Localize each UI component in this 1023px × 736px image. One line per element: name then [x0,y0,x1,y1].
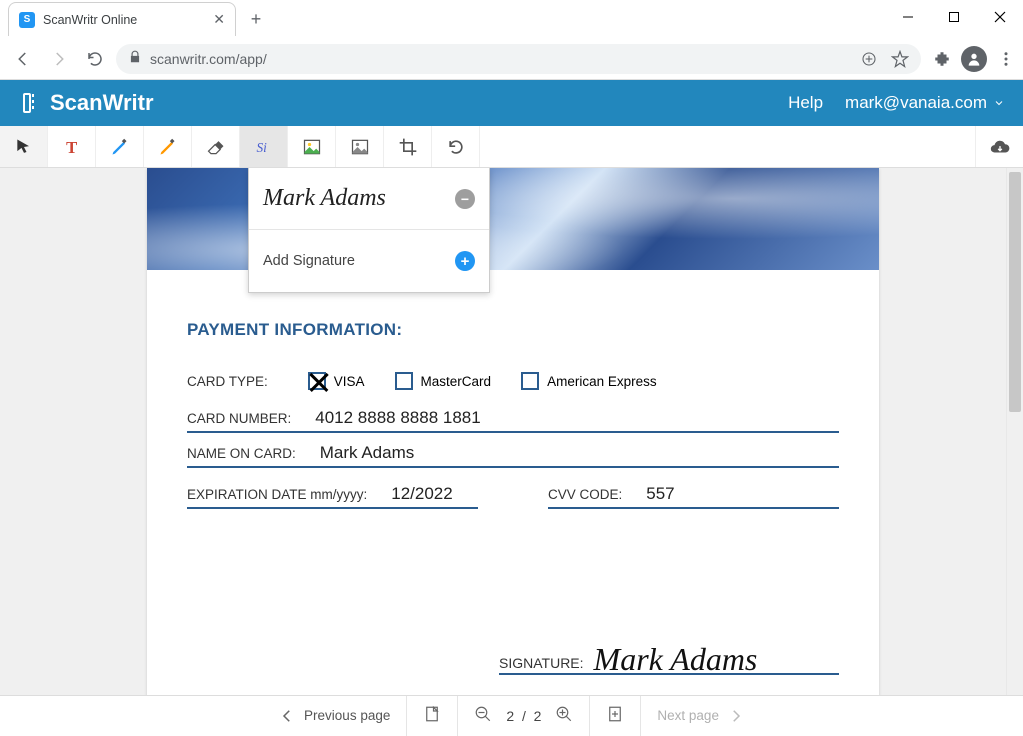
checkbox-icon [521,372,539,390]
card-option-amex[interactable]: American Express [521,372,657,390]
new-tab-button[interactable]: + [242,5,270,33]
tool-crop[interactable] [384,126,432,167]
profile-avatar-icon[interactable] [961,46,987,72]
cvv-label: CVV CODE: [548,487,622,502]
add-page-button[interactable] [606,705,624,726]
tool-rotate[interactable] [432,126,480,167]
help-link[interactable]: Help [788,93,823,113]
card-type-label: CARD TYPE: [187,374,268,389]
signature-saved-item[interactable]: Mark Adams − [249,168,489,230]
tab-strip: S ScanWritr Online ✕ + [0,0,270,38]
window-titlebar: S ScanWritr Online ✕ + [0,0,1023,38]
window-maximize-button[interactable] [931,0,977,34]
svg-text:Si: Si [256,140,267,155]
signature-value[interactable]: Mark Adams [594,643,758,675]
user-menu[interactable]: mark@vanaia.com [845,93,1005,113]
window-close-button[interactable] [977,0,1023,34]
brand-icon [18,91,42,115]
remove-signature-icon[interactable]: − [455,189,475,209]
chevron-down-icon [993,97,1005,109]
tool-image-gray[interactable] [336,126,384,167]
signature-preview: Mark Adams [263,185,455,212]
add-signature-label: Add Signature [263,253,455,269]
card-option-visa[interactable]: VISA [308,372,365,390]
omnibox[interactable]: scanwritr.com/app/ [116,44,921,74]
name-on-card-value: Mark Adams [320,443,414,463]
name-on-card-label: NAME ON CARD: [187,446,296,461]
checkbox-checked-icon [308,372,326,390]
svg-text:T: T [66,137,77,156]
extensions-icon[interactable] [933,50,951,68]
add-signature-icon[interactable]: + [455,251,475,271]
zoom-in-button[interactable] [555,705,573,726]
editor-toolbar: T Si [0,126,1023,168]
tool-signature[interactable]: Si [240,126,288,167]
card-number-label: CARD NUMBER: [187,411,291,426]
bookmark-icon[interactable] [891,50,909,68]
tab-close-icon[interactable]: ✕ [213,11,225,28]
app-header: ScanWritr Help mark@vanaia.com [0,80,1023,126]
browser-menu-icon[interactable] [997,50,1015,68]
nav-back-button[interactable] [8,44,38,74]
nav-forward-button[interactable] [44,44,74,74]
browser-tab[interactable]: S ScanWritr Online ✕ [8,2,236,36]
brand[interactable]: ScanWritr [18,90,154,116]
expiration-label: EXPIRATION DATE mm/yyyy: [187,487,367,502]
expiration-value: 12/2022 [391,484,452,504]
card-option-mastercard[interactable]: MasterCard [395,372,492,390]
page-icon[interactable] [423,705,441,726]
tool-text[interactable]: T [48,126,96,167]
nav-reload-button[interactable] [80,44,110,74]
tool-eraser[interactable] [192,126,240,167]
cloud-download-button[interactable] [975,126,1023,167]
next-page-button[interactable]: Next page [657,707,745,725]
browser-actions [933,46,1015,72]
tab-favicon: S [19,12,35,28]
scrollbar-thumb[interactable] [1009,172,1021,412]
omnibox-actions [861,50,909,68]
tool-select[interactable] [0,126,48,167]
section-title: PAYMENT INFORMATION: [187,320,839,340]
checkbox-icon [395,372,413,390]
page-navigator: Previous page 2 / 2 Next page [0,695,1023,735]
add-signature-item[interactable]: Add Signature + [249,230,489,292]
url-text: scanwritr.com/app/ [150,51,267,67]
address-bar: scanwritr.com/app/ [0,38,1023,80]
canvas-area: PAYMENT INFORMATION: CARD TYPE: VISA Mas… [0,168,1023,695]
tool-pen-blue[interactable] [96,126,144,167]
window-minimize-button[interactable] [885,0,931,34]
page-indicator: 2 / 2 [506,708,541,724]
zoom-out-button[interactable] [474,705,492,726]
cvv-value: 557 [646,484,674,504]
user-email: mark@vanaia.com [845,93,987,113]
window-controls [885,0,1023,34]
signature-dropdown: Mark Adams − Add Signature + [248,168,490,293]
brand-text: ScanWritr [50,90,154,116]
card-number-value: 4012 8888 8888 1881 [315,408,480,428]
tool-pen-orange[interactable] [144,126,192,167]
tool-image-color[interactable] [288,126,336,167]
vertical-scrollbar[interactable] [1006,168,1023,695]
previous-page-button[interactable]: Previous page [278,707,390,725]
signature-label: SIGNATURE: [499,655,584,671]
tab-title: ScanWritr Online [43,13,137,27]
lock-icon [128,50,142,67]
zoom-badge-icon[interactable] [861,51,877,67]
